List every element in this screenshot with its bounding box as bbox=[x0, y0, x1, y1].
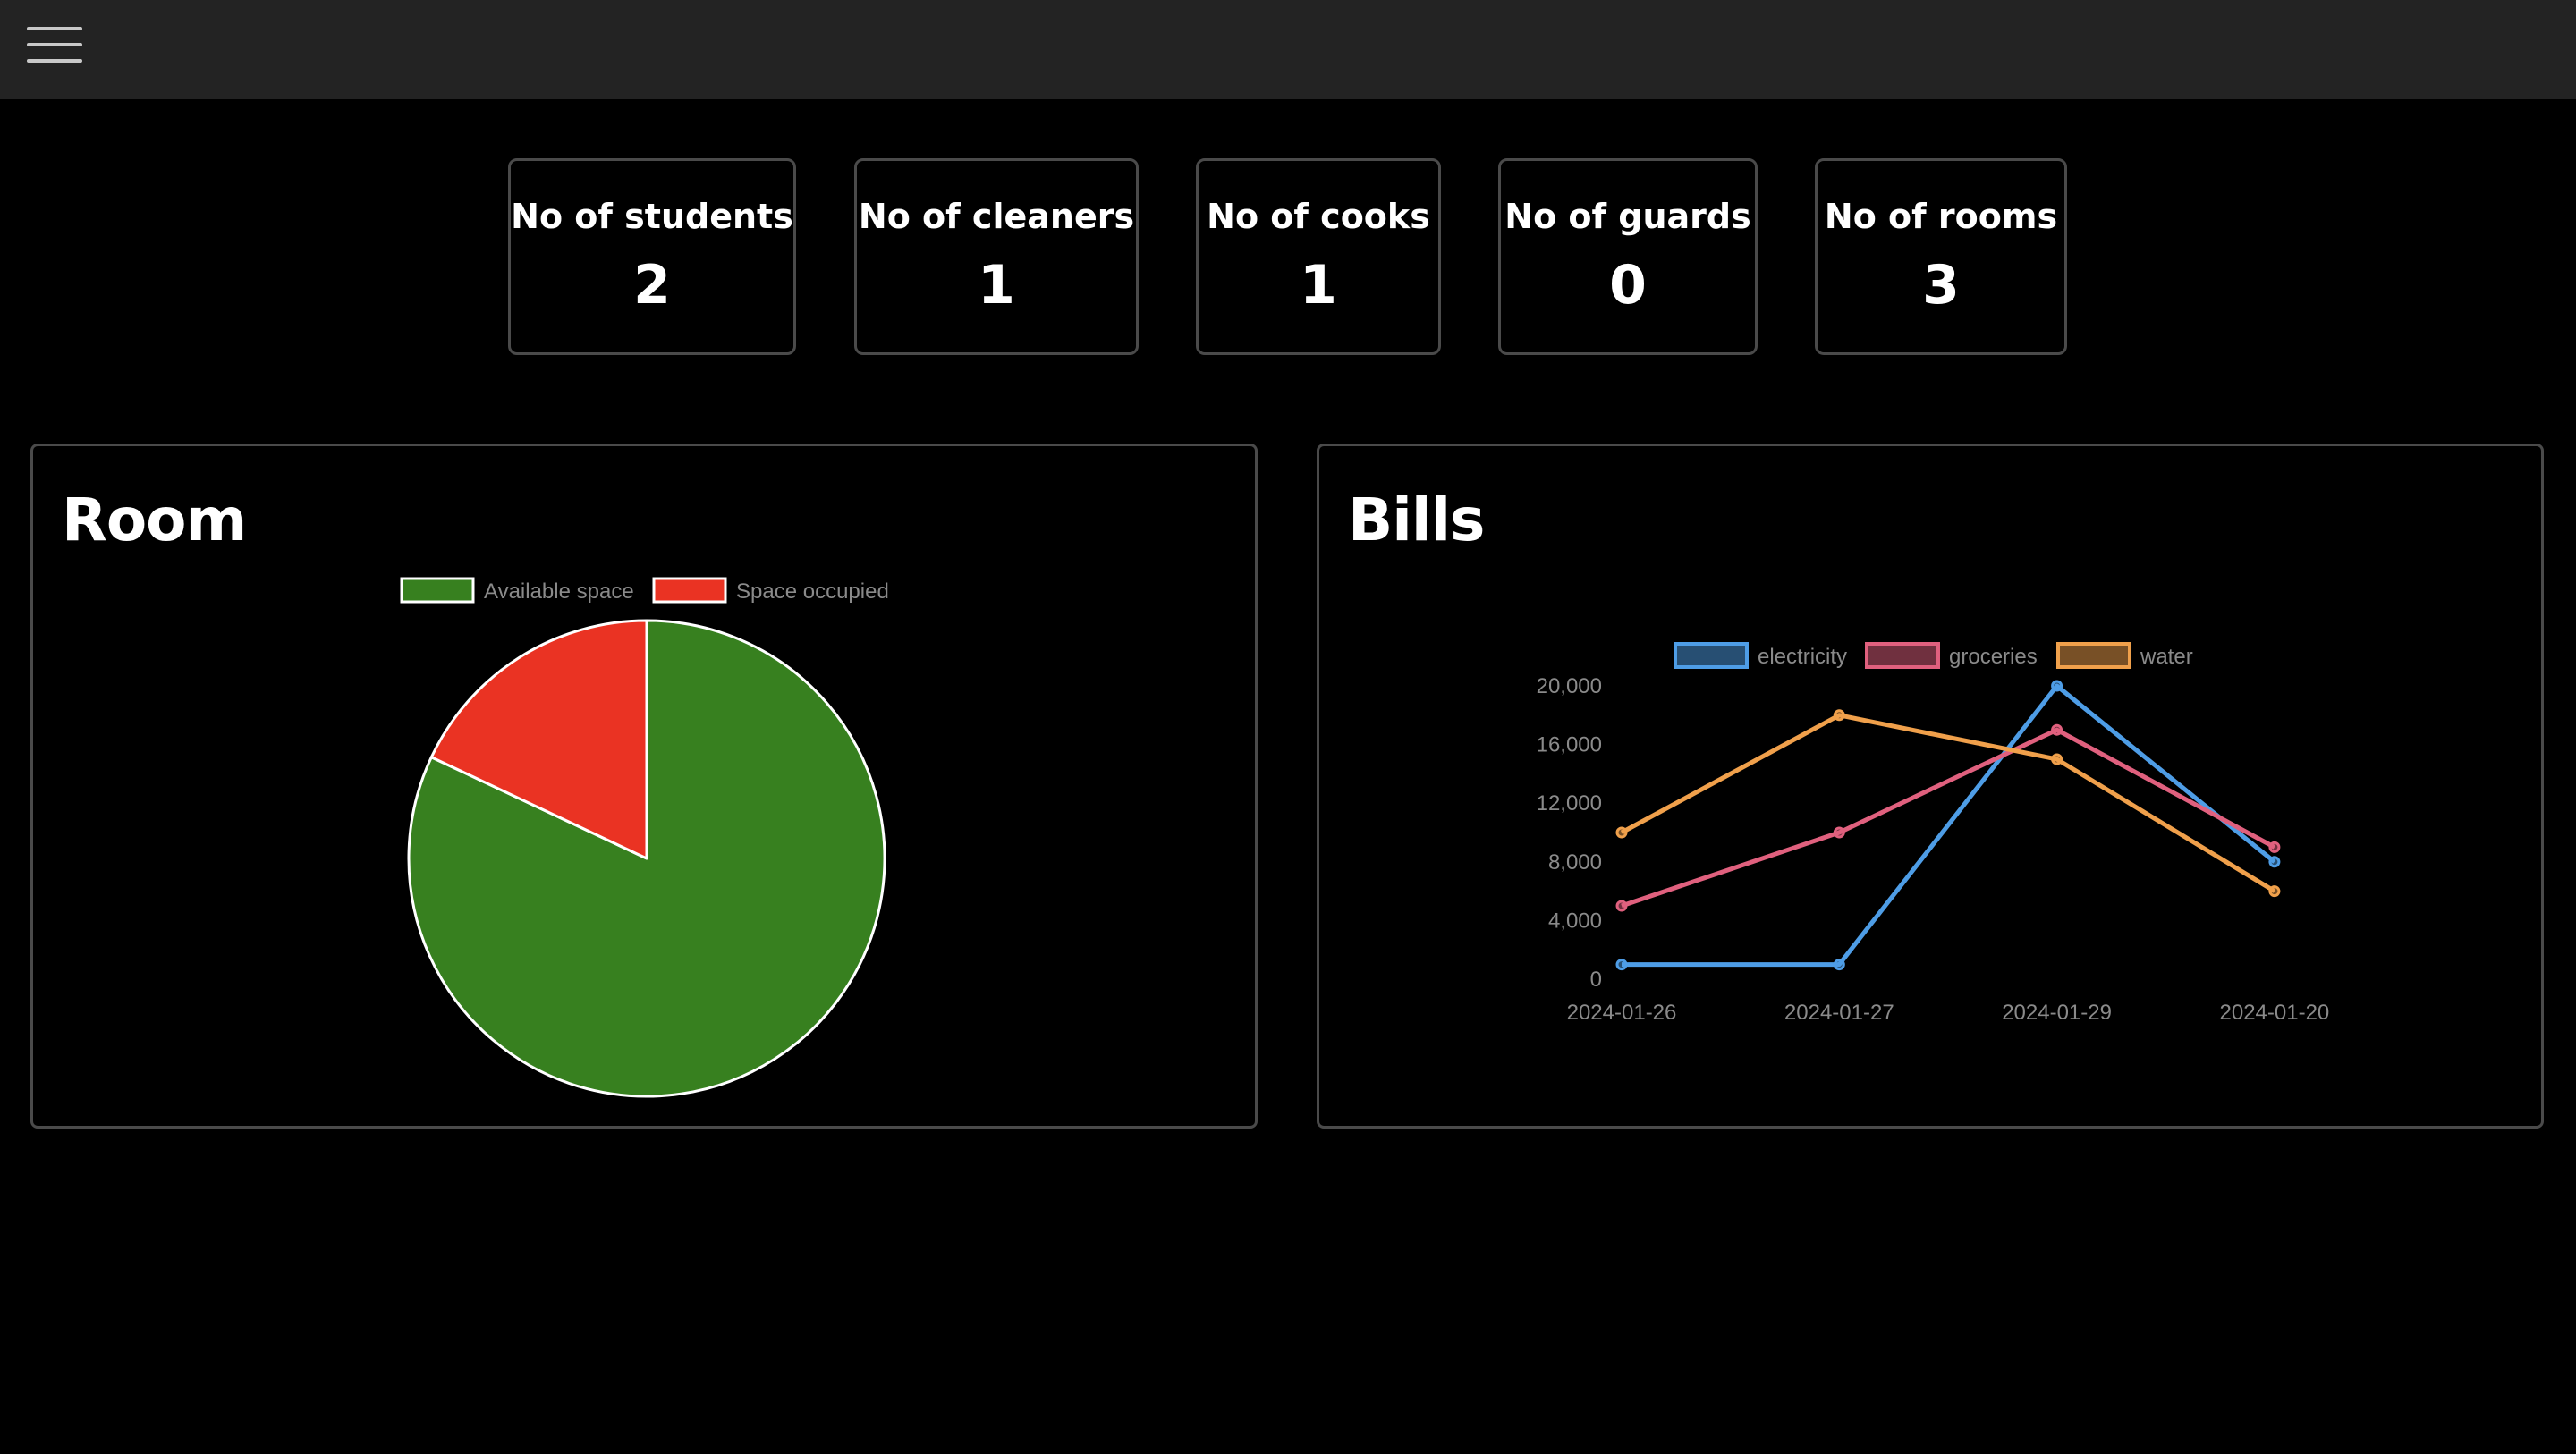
data-point-water bbox=[1615, 826, 1628, 839]
data-point-water bbox=[2268, 885, 2281, 898]
room-panel: Room Available space Space occupied bbox=[30, 444, 1258, 1129]
y-tick-label: 16,000 bbox=[1537, 733, 1602, 757]
stat-value: 1 bbox=[978, 254, 1015, 317]
hamburger-menu-icon[interactable] bbox=[27, 27, 82, 63]
stat-value: 1 bbox=[1300, 254, 1337, 317]
stat-label: No of rooms bbox=[1824, 197, 2058, 236]
stat-card-rooms: No of rooms 3 bbox=[1815, 158, 2067, 355]
y-tick-label: 8,000 bbox=[1548, 850, 1602, 875]
top-bar bbox=[0, 0, 2576, 99]
stat-label: No of guards bbox=[1504, 197, 1751, 236]
data-point-electricity bbox=[1615, 959, 1628, 971]
legend-label: Space occupied bbox=[736, 579, 889, 604]
data-point-electricity bbox=[2051, 680, 2063, 692]
stat-label: No of cleaners bbox=[858, 197, 1135, 236]
data-point-groceries bbox=[1615, 900, 1628, 912]
bills-panel: Bills electricity groceries water 0 4,000 8,0… bbox=[1317, 444, 2544, 1129]
data-point-groceries bbox=[1833, 826, 1845, 839]
room-pie-chart: Available space Space occupied bbox=[400, 577, 889, 1098]
stat-label: No of cooks bbox=[1207, 197, 1430, 236]
line-series-water bbox=[1620, 713, 2276, 893]
data-point-groceries bbox=[2051, 723, 2063, 736]
stat-card-guards: No of guards 0 bbox=[1498, 158, 1758, 355]
y-tick-label: 20,000 bbox=[1537, 674, 1602, 698]
stat-value: 3 bbox=[1922, 254, 1960, 317]
legend-label: groceries bbox=[1949, 645, 2038, 669]
stat-value: 0 bbox=[1609, 254, 1647, 317]
y-tick-label: 4,000 bbox=[1548, 909, 1602, 933]
bills-line-chart: electricity groceries water 0 4,000 8,000 12,0… bbox=[1537, 642, 2330, 1025]
stat-card-cooks: No of cooks 1 bbox=[1196, 158, 1441, 355]
data-point-water bbox=[2051, 753, 2063, 765]
data-point-groceries bbox=[2268, 841, 2281, 853]
legend-swatch-electricity bbox=[1674, 642, 1749, 669]
stat-card-cleaners: No of cleaners 1 bbox=[854, 158, 1139, 355]
x-tick-label: 2024-01-20 bbox=[2220, 1001, 2330, 1025]
hamburger-line bbox=[27, 43, 82, 46]
stat-label: No of students bbox=[511, 197, 793, 236]
hamburger-line bbox=[27, 59, 82, 63]
legend-swatch-water bbox=[2056, 642, 2131, 669]
data-point-water bbox=[1833, 709, 1845, 722]
legend-label: water bbox=[2140, 645, 2193, 669]
stat-card-students: No of students 2 bbox=[508, 158, 796, 355]
stat-value: 2 bbox=[633, 254, 671, 317]
legend-swatch-groceries bbox=[1865, 642, 1940, 669]
y-tick-label: 12,000 bbox=[1537, 791, 1602, 816]
y-tick-label: 0 bbox=[1590, 968, 1602, 992]
legend-label: Available space bbox=[484, 579, 634, 604]
x-tick-label: 2024-01-26 bbox=[1567, 1001, 1677, 1025]
legend-swatch-available bbox=[400, 577, 475, 604]
data-point-electricity bbox=[1833, 959, 1845, 971]
data-point-electricity bbox=[2268, 856, 2281, 868]
line-series-groceries bbox=[1621, 727, 2276, 909]
hamburger-line bbox=[27, 27, 82, 30]
x-tick-label: 2024-01-27 bbox=[1784, 1001, 1894, 1025]
legend-label: electricity bbox=[1758, 645, 1847, 669]
line-series-electricity bbox=[1622, 683, 2276, 968]
legend-swatch-occupied bbox=[652, 577, 727, 604]
x-tick-label: 2024-01-29 bbox=[2002, 1001, 2112, 1025]
